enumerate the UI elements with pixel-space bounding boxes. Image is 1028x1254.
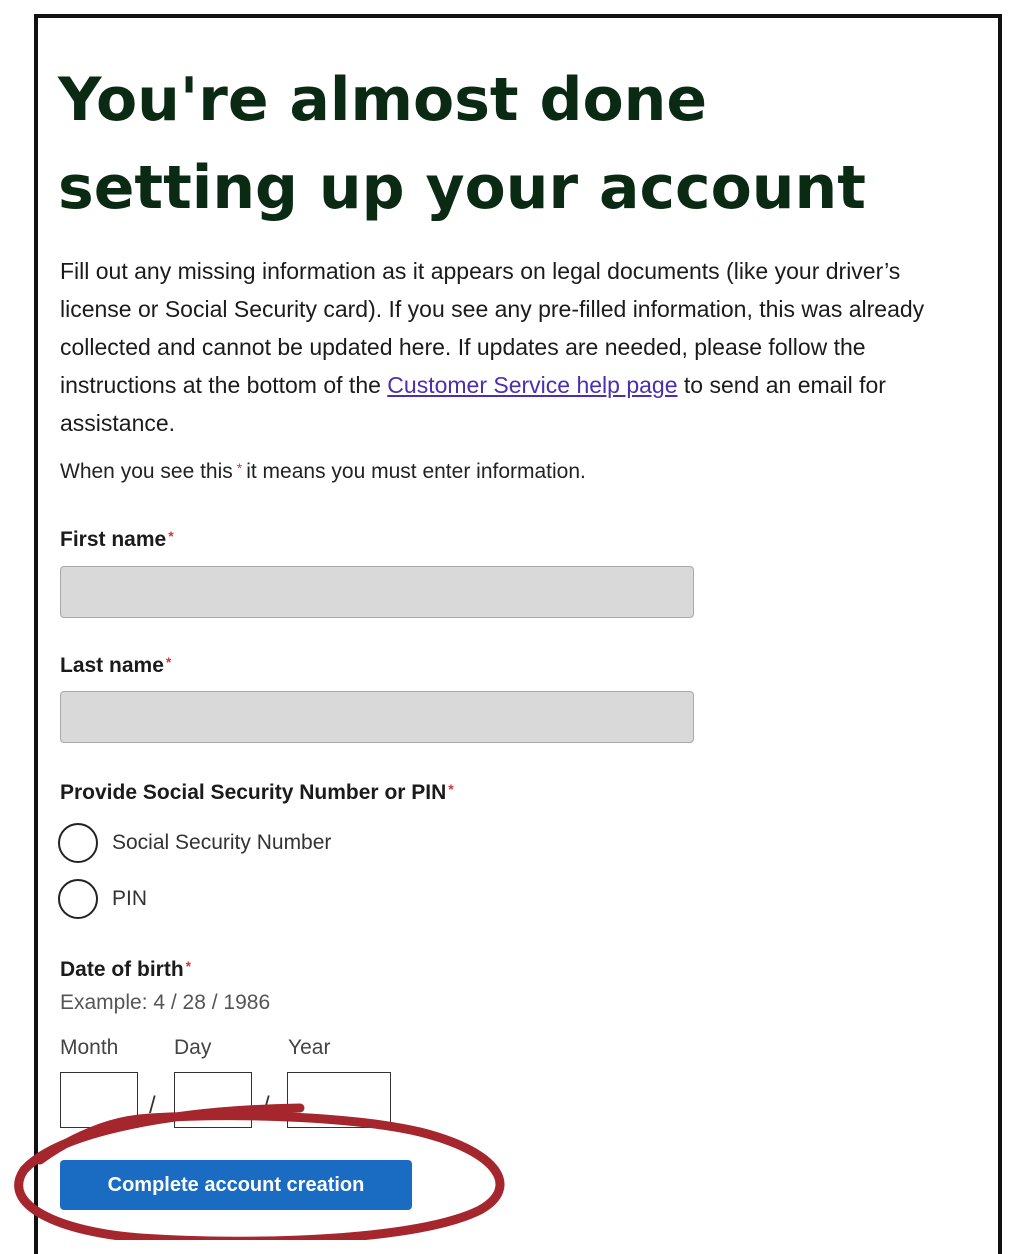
last-name-label: Last name * — [60, 654, 171, 678]
id-choice-label-text: Provide Social Security Number or PIN — [60, 781, 447, 804]
day-label: Day — [174, 1036, 212, 1059]
pin-radio-label[interactable]: PIN — [112, 887, 147, 911]
last-name-label-text: Last name — [60, 654, 164, 677]
ssn-radio-label[interactable]: Social Security Number — [112, 831, 331, 855]
required-star: * — [185, 958, 192, 974]
first-name-label: First name * — [60, 528, 174, 552]
date-separator: / — [263, 1092, 270, 1119]
pin-radio-button[interactable] — [58, 879, 98, 919]
required-star: * — [236, 460, 243, 476]
month-label: Month — [60, 1036, 119, 1059]
pin-radio-option[interactable]: PIN — [58, 879, 147, 919]
year-input[interactable] — [287, 1072, 391, 1128]
dob-hint: Example: 4 / 28 / 1986 — [60, 991, 271, 1014]
ssn-radio-button[interactable] — [58, 823, 98, 863]
required-star: * — [165, 654, 172, 670]
required-note-text-end: it means you must enter information. — [246, 460, 586, 483]
required-note: When you see this * it means you must ente… — [60, 460, 586, 484]
ssn-radio-option[interactable]: Social Security Number — [58, 823, 331, 863]
first-name-field[interactable] — [60, 566, 694, 618]
dob-label: Date of birth * — [60, 958, 191, 982]
required-star: * — [448, 781, 454, 797]
intro-paragraph: Fill out any missing information as it a… — [60, 252, 975, 442]
customer-service-help-link[interactable]: Customer Service help page — [387, 372, 677, 398]
last-name-field[interactable] — [60, 691, 694, 743]
date-separator: / — [149, 1092, 156, 1119]
day-input[interactable] — [174, 1072, 252, 1128]
dob-label-text: Date of birth — [60, 958, 184, 981]
complete-account-creation-button[interactable]: Complete account creation — [60, 1160, 412, 1210]
month-input[interactable] — [60, 1072, 138, 1128]
first-name-label-text: First name — [60, 528, 167, 551]
id-choice-label: Provide Social Security Number or PIN * — [60, 781, 454, 805]
year-label: Year — [288, 1036, 331, 1059]
page-title: You're almost done setting up your accou… — [58, 65, 866, 223]
required-star: * — [168, 528, 174, 544]
required-note-text: When you see this — [60, 460, 233, 483]
